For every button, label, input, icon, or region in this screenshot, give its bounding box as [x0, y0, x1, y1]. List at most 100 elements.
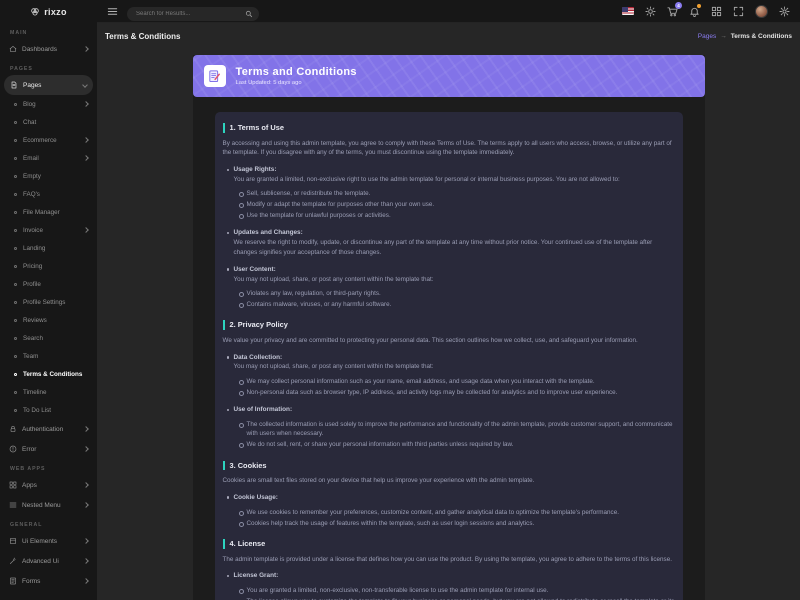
bullet-item: User Content:You may not upload, share, …	[234, 265, 675, 309]
home-icon	[9, 45, 17, 53]
top-header: 4	[97, 0, 800, 23]
sidebar-item-empty[interactable]: Empty	[0, 167, 97, 185]
section-bullet-list: Usage Rights:You are granted a limited, …	[223, 165, 675, 309]
chevron-right-icon	[83, 578, 89, 584]
sidebar-item-file-manager[interactable]: File Manager	[0, 203, 97, 221]
search-icon[interactable]	[245, 5, 253, 13]
bullet-heading: Usage Rights:	[234, 165, 675, 175]
sidebar-item-error[interactable]: Error	[0, 439, 97, 459]
logo-knot-icon	[30, 7, 40, 17]
sidebar-item-dashboards[interactable]: Dashboards	[0, 39, 97, 59]
sub-bullet-item: Sell, sublicense, or redistribute the te…	[247, 189, 675, 198]
breadcrumb-parent[interactable]: Pages	[698, 33, 716, 40]
notifications-bell-icon[interactable]	[689, 6, 700, 17]
cart-icon[interactable]: 4	[667, 6, 678, 17]
sidebar-item-ecommerce[interactable]: Ecommerce	[0, 131, 97, 149]
sidebar-item-label: Pages	[23, 82, 41, 89]
sidebar-item-pages[interactable]: Pages	[4, 75, 93, 95]
sidebar-item-label: Search	[23, 335, 43, 342]
apps-grid-icon[interactable]	[711, 6, 722, 17]
sidebar-item-timeline[interactable]: Timeline	[0, 383, 97, 401]
sidebar-item-email[interactable]: Email	[0, 149, 97, 167]
content-container: Terms and Conditions Last Updated: 5 day…	[193, 55, 705, 600]
section-title: 3. Cookies	[223, 461, 675, 471]
sub-bullet-list: We may collect personal information such…	[234, 377, 675, 397]
sub-bullet-item: We do not sell, rent, or share your pers…	[247, 440, 675, 449]
sidebar-item-label: Error	[22, 446, 36, 453]
logo[interactable]: rixzo	[0, 0, 97, 23]
circle-bullet-icon	[14, 373, 17, 376]
sidebar-item-landing[interactable]: Landing	[0, 239, 97, 257]
sidebar-item-forms[interactable]: Forms	[0, 571, 97, 591]
sidebar-item-label: Landing	[23, 245, 45, 252]
section-bullet-list: Cookie Usage:We use cookies to remember …	[223, 493, 675, 528]
sidebar-item-ui-elements[interactable]: Ui Elements	[0, 531, 97, 551]
sidebar-item-label: Timeline	[23, 389, 47, 396]
sidebar-item-label: Profile	[23, 281, 41, 288]
bullet-item: Use of Information:The collected informa…	[234, 405, 675, 449]
theme-sun-icon[interactable]	[645, 6, 656, 17]
bullet-item: Data Collection:You may not upload, shar…	[234, 353, 675, 397]
doc-icon	[10, 81, 18, 89]
form-icon	[9, 577, 17, 585]
sidebar-item-faq-s[interactable]: FAQ's	[0, 185, 97, 203]
sidebar-item-label: Advanced Ui	[22, 558, 59, 565]
main-content: Terms & Conditions Pages → Terms & Condi…	[97, 23, 800, 600]
circle-bullet-icon	[14, 175, 17, 178]
sidebar-item-label: Apps	[22, 482, 37, 489]
sidebar-item-invoice[interactable]: Invoice	[0, 221, 97, 239]
section-title: 1. Terms of Use	[223, 123, 675, 133]
sidebar-item-profile-settings[interactable]: Profile Settings	[0, 293, 97, 311]
sidebar-item-advanced-ui[interactable]: Advanced Ui	[0, 551, 97, 571]
sidebar-item-to-do-list[interactable]: To Do List	[0, 401, 97, 419]
sidebar-item-nested-menu[interactable]: Nested Menu	[0, 495, 97, 515]
chevron-right-icon	[83, 227, 89, 233]
circle-bullet-icon	[14, 157, 17, 160]
sidebar-item-team[interactable]: Team	[0, 347, 97, 365]
sidebar-item-reviews[interactable]: Reviews	[0, 311, 97, 329]
bullet-item: Cookie Usage:We use cookies to remember …	[234, 493, 675, 528]
sidebar-item-apps[interactable]: Apps	[0, 475, 97, 495]
section-intro: We value your privacy and are committed …	[223, 336, 675, 346]
banner-last-updated: Last Updated: 5 days ago	[236, 80, 357, 86]
sub-bullet-list: We use cookies to remember your preferen…	[234, 508, 675, 528]
sub-bullet-item: Cookies help track the usage of features…	[247, 519, 675, 528]
sidebar-item-pricing[interactable]: Pricing	[0, 257, 97, 275]
sidebar-item-label: Pricing	[23, 263, 42, 270]
avatar[interactable]	[755, 5, 768, 18]
circle-bullet-icon	[14, 265, 17, 268]
section-bullet-list: Data Collection:You may not upload, shar…	[223, 353, 675, 450]
bullet-text: We reserve the right to modify, update, …	[234, 238, 675, 257]
sub-bullet-item: We may collect personal information such…	[247, 377, 675, 386]
sub-bullet-item: Modify or adapt the template for purpose…	[247, 200, 675, 209]
circle-bullet-icon	[14, 211, 17, 214]
sidebar-item-profile[interactable]: Profile	[0, 275, 97, 293]
sub-bullet-item: Use the template for unlawful purposes o…	[247, 211, 675, 220]
section-intro: Cookies are small text files stored on y…	[223, 476, 675, 486]
sidebar-item-search[interactable]: Search	[0, 329, 97, 347]
sidebar-item-authentication[interactable]: Authentication	[0, 419, 97, 439]
page-header: Terms & Conditions Pages → Terms & Condi…	[97, 23, 800, 50]
sub-bullet-list: The collected information is used solely…	[234, 420, 675, 450]
bullet-item: License Grant:You are granted a limited,…	[234, 571, 675, 600]
bullet-heading: Data Collection:	[234, 353, 675, 363]
sidebar-item-chat[interactable]: Chat	[0, 113, 97, 131]
menu-icon	[9, 501, 17, 509]
sidebar-item-label: Empty	[23, 173, 41, 180]
bullet-heading: Updates and Changes:	[234, 228, 675, 238]
chevron-right-icon	[83, 101, 89, 107]
bullet-text: You are granted a limited, non-exclusive…	[234, 175, 675, 184]
sub-bullet-list: Sell, sublicense, or redistribute the te…	[234, 189, 675, 220]
sidebar-item-blog[interactable]: Blog	[0, 95, 97, 113]
sidebar-group-label: GENERAL	[0, 515, 97, 531]
settings-gear-icon[interactable]	[779, 6, 790, 17]
sidebar-item-label: File Manager	[23, 209, 60, 216]
breadcrumb: Pages → Terms & Conditions	[698, 33, 792, 40]
search-input[interactable]	[127, 7, 259, 21]
sidebar-item-label: Terms & Conditions	[23, 371, 82, 378]
sidebar-item-terms-conditions[interactable]: Terms & Conditions	[0, 365, 97, 383]
fullscreen-icon[interactable]	[733, 6, 744, 17]
circle-bullet-icon	[14, 409, 17, 412]
us-flag-icon[interactable]	[622, 7, 634, 15]
menu-toggle-icon[interactable]	[107, 6, 118, 17]
